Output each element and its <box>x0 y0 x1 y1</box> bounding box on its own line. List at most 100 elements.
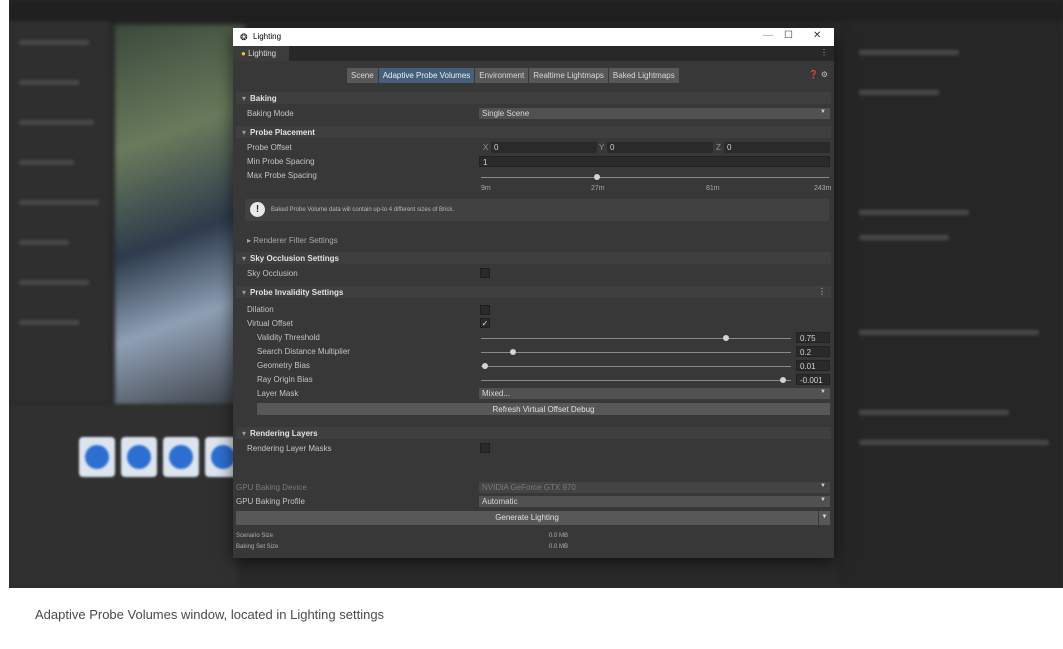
tab-baked-lightmaps[interactable]: Baked Lightmaps <box>608 68 679 83</box>
sky-occlusion-label: Sky Occlusion <box>247 269 298 278</box>
search-distance-label: Search Distance Multiplier <box>257 347 350 356</box>
geometry-bias-slider[interactable] <box>481 366 791 367</box>
section-probe-invalidity[interactable]: ▾ Probe Invalidity Settings ⋮ <box>236 286 831 298</box>
validity-threshold-label: Validity Threshold <box>257 333 320 342</box>
maximize-button[interactable]: ☐ <box>784 30 793 41</box>
validity-threshold-handle[interactable] <box>723 335 729 341</box>
checkmark-icon: ✓ <box>481 319 489 328</box>
window-title: Lighting <box>253 32 282 41</box>
kebab-menu-icon[interactable]: ⋮ <box>820 48 828 57</box>
tab-adaptive-probe-volumes[interactable]: Adaptive Probe Volumes <box>378 68 475 83</box>
max-probe-spacing-handle[interactable] <box>594 174 600 180</box>
virtual-offset-label: Virtual Offset <box>247 319 293 328</box>
renderer-filter-foldout[interactable]: ▸ Renderer Filter Settings <box>247 236 338 245</box>
max-probe-spacing-slider[interactable] <box>481 177 829 178</box>
kebab-menu-icon[interactable]: ⋮ <box>818 287 826 296</box>
offset-y-field[interactable]: 0 <box>607 142 713 153</box>
layer-mask-dropdown[interactable]: Mixed... ▼ <box>479 388 830 399</box>
validity-threshold-field[interactable]: 0.75 <box>796 332 830 343</box>
validity-threshold-slider[interactable] <box>481 338 791 339</box>
layer-mask-label: Layer Mask <box>257 389 299 398</box>
editor-toolbar <box>9 0 1063 22</box>
lighting-window: ❂ Lighting — ☐ ✕ ● Lighting ⋮ Scene Adap… <box>233 28 834 558</box>
scenario-size-label: Scenario Size <box>236 533 274 539</box>
tab-lighting[interactable]: ● Lighting <box>233 46 289 61</box>
search-distance-handle[interactable] <box>510 349 516 355</box>
dropdown-caret-icon: ▼ <box>821 514 828 520</box>
settings-icon[interactable]: ⚙ <box>821 70 828 79</box>
scene-view <box>115 25 245 405</box>
brick-info-text: Baked Probe Volume data will contain up-… <box>271 207 454 213</box>
geometry-bias-handle[interactable] <box>482 363 488 369</box>
gpu-device-dropdown: NVIDIA GeForce GTX 970 ▼ <box>479 482 830 493</box>
inspector-panel <box>839 22 1063 588</box>
project-panel <box>9 405 239 588</box>
gpu-profile-dropdown[interactable]: Automatic ▼ <box>479 496 830 507</box>
help-icon[interactable]: ❓ <box>809 70 819 79</box>
section-rendering-layers[interactable]: ▾ Rendering Layers <box>236 427 831 439</box>
header-icons: ❓ ⚙ <box>809 70 828 79</box>
spacing-tick: 27m <box>591 185 605 192</box>
baking-set-size-value: 0.0 MB <box>549 544 569 550</box>
section-probe-placement[interactable]: ▾ Probe Placement <box>236 126 831 138</box>
gpu-device-label: GPU Baking Device <box>236 483 307 492</box>
ray-origin-bias-handle[interactable] <box>780 377 786 383</box>
section-sky-occlusion[interactable]: ▾ Sky Occlusion Settings <box>236 252 831 264</box>
generate-lighting-button[interactable]: Generate Lighting <box>236 511 818 525</box>
asset-thumbnail <box>163 437 199 477</box>
baking-mode-label: Baking Mode <box>247 109 294 118</box>
hierarchy-panel <box>9 22 109 402</box>
lighting-subtabs: Scene Adaptive Probe Volumes Environment… <box>347 68 680 83</box>
dilation-label: Dilation <box>247 305 274 314</box>
ray-origin-bias-label: Ray Origin Bias <box>257 375 313 384</box>
min-probe-spacing-field[interactable]: 1 <box>479 156 830 167</box>
section-baking[interactable]: ▾ Baking <box>236 92 831 104</box>
generate-lighting-options[interactable]: ▼ <box>819 511 830 525</box>
tab-realtime-lightmaps[interactable]: Realtime Lightmaps <box>529 68 608 83</box>
close-button[interactable]: ✕ <box>813 30 821 41</box>
spacing-tick: 81m <box>706 185 720 192</box>
min-probe-spacing-label: Min Probe Spacing <box>247 157 315 166</box>
foldout-arrow-icon: ▾ <box>242 429 247 438</box>
dropdown-caret-icon: ▼ <box>820 389 826 395</box>
offset-x-field[interactable]: 0 <box>491 142 597 153</box>
foldout-arrow-icon: ▾ <box>242 288 247 297</box>
info-icon: ! <box>250 202 265 217</box>
refresh-virtual-offset-button[interactable]: Refresh Virtual Offset Debug <box>257 403 830 415</box>
minimize-button[interactable]: — <box>763 30 773 41</box>
asset-thumbnail <box>79 437 115 477</box>
max-probe-spacing-label: Max Probe Spacing <box>247 171 317 180</box>
window-titlebar[interactable]: ❂ Lighting — ☐ ✕ <box>233 28 834 46</box>
search-distance-field[interactable]: 0.2 <box>796 346 830 357</box>
offset-x-label: X <box>483 143 489 152</box>
offset-y-label: Y <box>599 143 605 152</box>
spacing-tick: 243m <box>814 185 832 192</box>
ray-origin-bias-field[interactable]: -0.001 <box>796 374 830 385</box>
tab-environment[interactable]: Environment <box>475 68 529 83</box>
foldout-arrow-icon: ▾ <box>242 94 247 103</box>
virtual-offset-checkbox[interactable]: ✓ <box>480 318 490 328</box>
baking-mode-dropdown[interactable]: Single Scene ▼ <box>479 108 830 119</box>
gpu-profile-label: GPU Baking Profile <box>236 497 305 506</box>
sky-occlusion-checkbox[interactable] <box>480 268 490 278</box>
asset-thumbnail <box>121 437 157 477</box>
geometry-bias-field[interactable]: 0.01 <box>796 360 830 371</box>
dilation-checkbox[interactable] <box>480 305 490 315</box>
figure-caption: Adaptive Probe Volumes window, located i… <box>35 607 385 622</box>
rendering-layer-masks-checkbox[interactable] <box>480 443 490 453</box>
dropdown-caret-icon: ▼ <box>820 483 826 489</box>
tab-scene[interactable]: Scene <box>347 68 378 83</box>
lighting-icon: ❂ <box>240 32 248 42</box>
brick-info-box: ! Baked Probe Volume data will contain u… <box>245 199 829 221</box>
probe-offset-label: Probe Offset <box>247 143 292 152</box>
rendering-layer-masks-label: Rendering Layer Masks <box>247 444 332 453</box>
geometry-bias-label: Geometry Bias <box>257 361 310 370</box>
spacing-tick: 9m <box>481 185 491 192</box>
offset-z-field[interactable]: 0 <box>724 142 830 153</box>
search-distance-slider[interactable] <box>481 352 791 353</box>
dropdown-caret-icon: ▼ <box>820 497 826 503</box>
scenario-size-value: 0.0 MB <box>549 533 569 539</box>
foldout-arrow-icon: ▾ <box>242 254 247 263</box>
window-tab-strip: ● Lighting ⋮ <box>233 46 834 61</box>
ray-origin-bias-slider[interactable] <box>481 380 791 381</box>
